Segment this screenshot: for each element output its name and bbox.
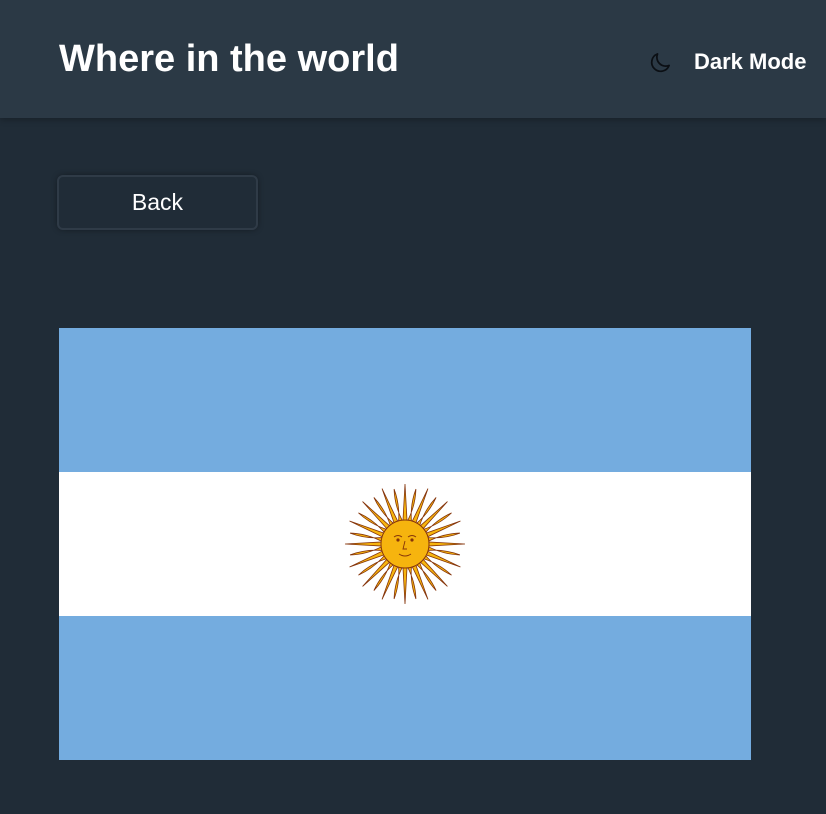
app-title: Where in the world xyxy=(59,38,399,80)
sun-of-may-icon xyxy=(380,519,430,569)
moon-icon xyxy=(648,49,674,75)
flag-stripe-bottom xyxy=(59,616,751,760)
app-header: Where in the world Dark Mode xyxy=(0,0,826,118)
back-button[interactable]: Back xyxy=(57,175,258,230)
flag-stripe-top xyxy=(59,328,751,472)
dark-mode-label: Dark Mode xyxy=(694,49,807,74)
country-flag-image xyxy=(59,328,751,760)
dark-mode-toggle[interactable]: Dark Mode xyxy=(648,46,806,78)
